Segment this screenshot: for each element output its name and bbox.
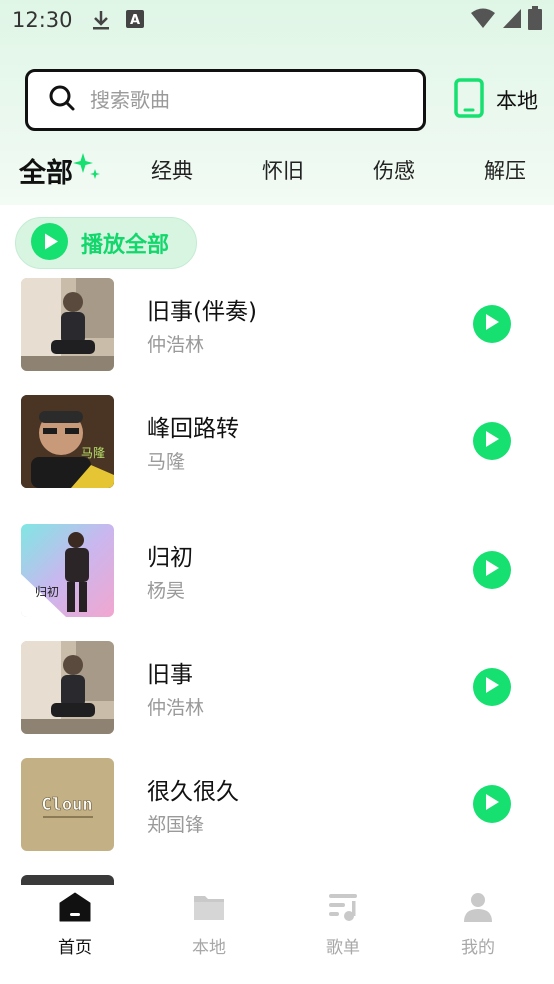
user-icon xyxy=(462,891,494,927)
home-icon xyxy=(59,891,91,927)
status-time: 12:30 xyxy=(12,8,73,32)
song-title: 峰回路转 xyxy=(147,416,239,442)
nav-me-label: 我的 xyxy=(461,938,495,958)
keyboard-a-icon: A xyxy=(125,9,145,31)
song-artist: 仲浩林 xyxy=(147,697,205,719)
song-row[interactable]: Cloun 很久很久 郑国锋 xyxy=(0,758,554,853)
playlist-icon xyxy=(327,891,359,927)
tab-sad[interactable]: 伤感 xyxy=(373,155,415,185)
album-cover xyxy=(21,641,114,734)
tab-classic[interactable]: 经典 xyxy=(151,155,193,185)
play-icon xyxy=(484,313,500,335)
album-cover: Cloun xyxy=(21,758,114,851)
bottom-nav: 首页 本地 歌单 我的 xyxy=(0,885,554,984)
album-cover-partial xyxy=(21,875,114,885)
search-icon xyxy=(48,84,76,116)
download-icon xyxy=(91,9,111,31)
song-title: 旧事 xyxy=(147,662,193,688)
song-artist: 仲浩林 xyxy=(147,334,205,356)
battery-icon xyxy=(528,5,542,35)
song-row[interactable]: 归初 归初 杨昊 xyxy=(0,524,554,619)
song-play-button[interactable] xyxy=(473,785,511,823)
cover-text: 归初 xyxy=(35,585,59,599)
search-box[interactable] xyxy=(25,69,426,131)
local-button-label: 本地 xyxy=(496,89,538,113)
cover-text: 马隆 xyxy=(81,445,105,460)
song-title: 很久很久 xyxy=(147,779,239,805)
signal-icon xyxy=(502,7,522,34)
category-tabs: 全部 经典 怀旧 伤感 解压 xyxy=(0,145,554,195)
status-bar: 12:30 A xyxy=(0,0,554,40)
song-play-button[interactable] xyxy=(473,551,511,589)
song-row[interactable]: 旧事(伴奏) 仲浩林 xyxy=(0,278,554,373)
song-artist: 马隆 xyxy=(147,451,186,473)
nav-home-label: 首页 xyxy=(58,938,92,958)
song-title: 归初 xyxy=(147,545,193,571)
song-play-button[interactable] xyxy=(473,422,511,460)
tab-all[interactable]: 全部 xyxy=(19,151,73,190)
play-icon xyxy=(484,430,500,452)
nav-local[interactable]: 本地 xyxy=(169,891,249,961)
album-cover xyxy=(21,278,114,371)
tab-nostalgia[interactable]: 怀旧 xyxy=(262,155,304,185)
song-row[interactable]: 旧事 仲浩林 xyxy=(0,641,554,736)
play-all-label: 播放全部 xyxy=(81,233,170,258)
cover-text: Cloun xyxy=(41,795,92,815)
svg-text:A: A xyxy=(130,13,140,28)
nav-local-label: 本地 xyxy=(192,938,226,958)
tab-relax[interactable]: 解压 xyxy=(484,155,526,185)
nav-playlist[interactable]: 歌单 xyxy=(303,891,383,961)
nav-playlist-label: 歌单 xyxy=(326,938,360,958)
nav-me[interactable]: 我的 xyxy=(438,891,518,961)
wifi-icon xyxy=(470,7,496,34)
song-artist: 郑国锋 xyxy=(147,814,205,836)
local-button[interactable]: 本地 xyxy=(454,77,538,123)
folder-icon xyxy=(193,891,225,927)
play-all-button[interactable]: 播放全部 xyxy=(15,217,197,269)
search-input[interactable] xyxy=(90,88,390,112)
sparkle-icon xyxy=(72,151,102,185)
play-icon xyxy=(484,559,500,581)
song-title: 旧事(伴奏) xyxy=(147,299,257,325)
song-artist: 杨昊 xyxy=(147,580,186,602)
phone-icon xyxy=(454,77,484,123)
song-play-button[interactable] xyxy=(473,305,511,343)
play-icon xyxy=(484,676,500,698)
song-play-button[interactable] xyxy=(473,668,511,706)
play-circle-icon xyxy=(31,222,68,264)
song-row[interactable]: 马隆 峰回路转 马隆 xyxy=(0,395,554,490)
album-cover: 归初 xyxy=(21,524,114,617)
album-cover: 马隆 xyxy=(21,395,114,488)
play-icon xyxy=(484,793,500,815)
nav-home[interactable]: 首页 xyxy=(35,891,115,961)
